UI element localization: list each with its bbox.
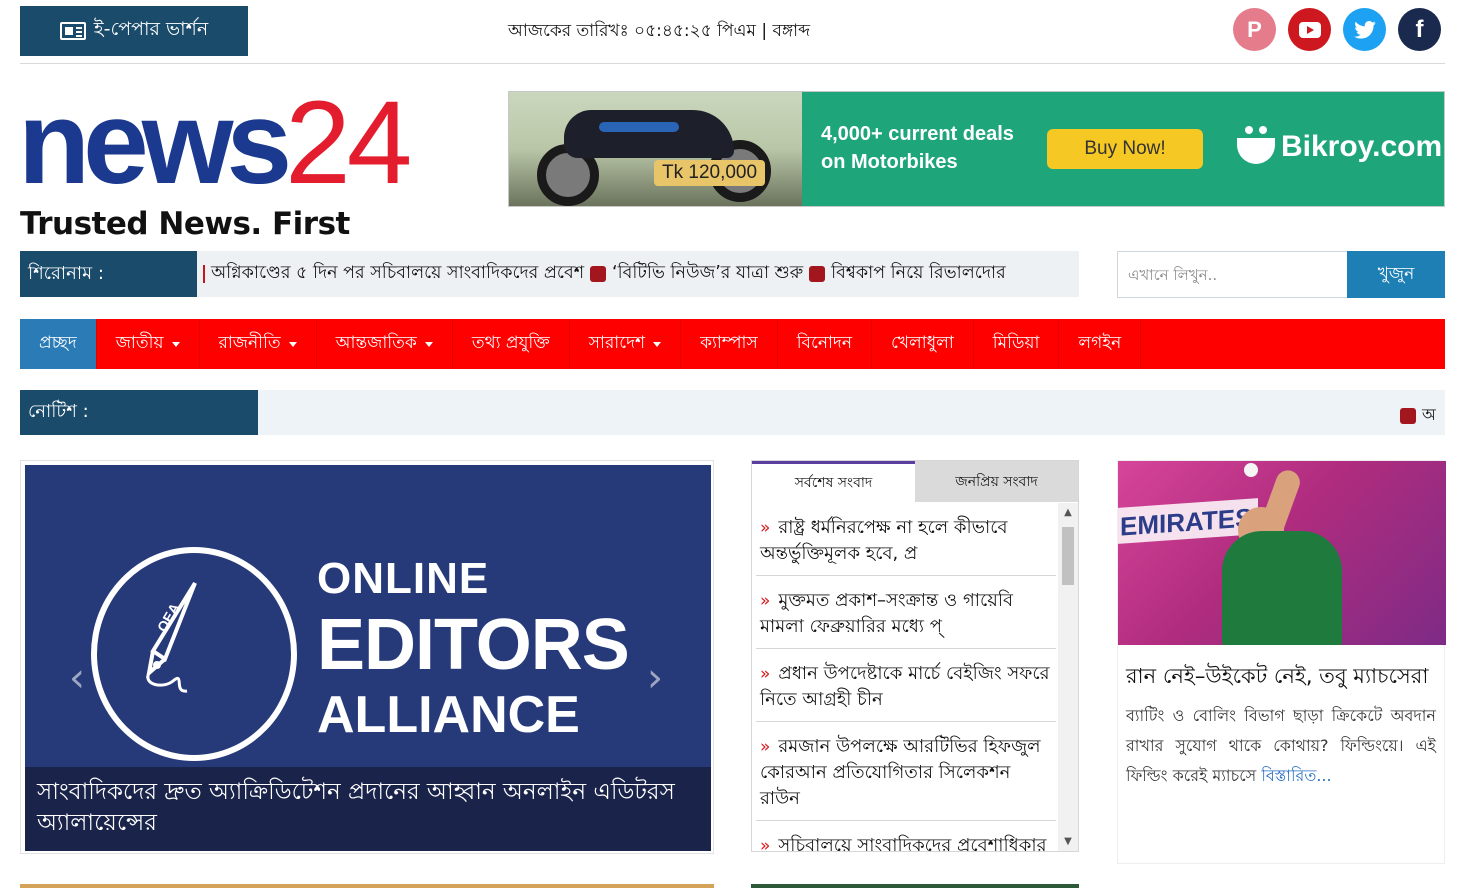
double-chevron-icon: »	[760, 591, 771, 611]
tab-popular[interactable]: জনপ্রিয় সংবাদ	[915, 461, 1078, 502]
scroll-thumb[interactable]	[1062, 527, 1074, 585]
youtube-icon[interactable]	[1288, 8, 1331, 51]
social-links: P f	[1233, 8, 1441, 51]
ad-copy: 4,000+ current deals on Motorbikes	[821, 123, 1014, 173]
pinterest-icon[interactable]: P	[1233, 8, 1276, 51]
nav-item[interactable]: প্রচ্ছদ	[20, 319, 97, 369]
headline-ticker: শিরোনাম : অগ্নিকাণ্ডের ৫ দিন পর সচিবালয়…	[20, 251, 1079, 297]
notice-label: নোটিশ :	[20, 390, 258, 435]
double-chevron-icon: »	[760, 737, 771, 757]
search-form: খুজুন	[1117, 251, 1445, 298]
featured-slider: OEA ONLINE EDITORS ALLIANCE ‹ › সাংবাদিক…	[20, 460, 714, 854]
nav-item[interactable]: লগইন	[1059, 319, 1142, 369]
bullet-icon	[1400, 407, 1416, 424]
bikroy-logo-icon	[1237, 126, 1275, 164]
nav-item[interactable]: বিনোদন	[778, 319, 872, 369]
bullet-icon	[809, 266, 826, 282]
oea-logo-text: ONLINE EDITORS ALLIANCE	[317, 554, 630, 744]
pen-nib-icon: OEA	[146, 581, 197, 693]
ad-buy-now-button[interactable]: Buy Now!	[1047, 129, 1203, 169]
list-item[interactable]: »সচিবালয়ে সাংবাদিকদের প্রবেশাধিকার নিশ্…	[756, 821, 1056, 851]
logo-wordmark: news24	[18, 77, 412, 209]
nav-item[interactable]: রাজনীতি	[200, 319, 317, 369]
caret-down-icon	[288, 341, 297, 347]
nav-item[interactable]: তথ্য প্রযুক্তি	[453, 319, 570, 369]
tab-latest[interactable]: সর্বশেষ সংবাদ	[752, 461, 915, 502]
scroll-up-icon[interactable]: ▲	[1062, 507, 1074, 518]
ticker-item[interactable]: অগ্নিকাণ্ডের ৫ দিন পর সচিবালয়ে সাংবাদিক…	[211, 260, 584, 289]
slider-prev-icon[interactable]: ‹	[69, 655, 85, 701]
notice-item[interactable]: অ	[1400, 402, 1436, 429]
epaper-label: ই-পেপার ভার্শন	[93, 18, 209, 40]
side-story-card: EMIRATES রান নেই–উইকেট নেই, তবু ম্যাচসের…	[1117, 460, 1446, 864]
list-item[interactable]: » মুক্তমত প্রকাশ–সংক্রান্ত ও গায়েবি মামল…	[756, 576, 1056, 649]
news-tabs: সর্বশেষ সংবাদ জনপ্রিয় সংবাদ » রাষ্ট্র ধর…	[751, 460, 1079, 852]
bullet-icon	[590, 266, 607, 282]
nav-item[interactable]: ক্যাম্পাস	[681, 319, 778, 369]
ticker-divider	[203, 265, 205, 283]
epaper-button[interactable]: ই-পেপার ভার্শন	[20, 6, 248, 56]
search-button[interactable]: খুজুন	[1347, 251, 1445, 298]
ticker-items: অগ্নিকাণ্ডের ৫ দিন পর সচিবালয়ে সাংবাদিক…	[197, 251, 1006, 297]
caret-down-icon	[424, 341, 433, 347]
newspaper-icon	[59, 22, 86, 40]
featured-slide[interactable]: OEA ONLINE EDITORS ALLIANCE ‹ › সাংবাদিক…	[25, 465, 711, 851]
slider-next-icon[interactable]: ›	[647, 655, 663, 701]
read-more-link[interactable]: বিস্তারিত...	[1261, 766, 1331, 785]
side-story-desc: ব্যাটিং ও বোলিং বিভাগ ছাড়া ক্রিকেটে অবদ…	[1126, 706, 1436, 785]
scroll-down-icon[interactable]: ▼	[1062, 836, 1074, 847]
double-chevron-icon: »	[760, 664, 771, 684]
caret-down-icon	[171, 341, 180, 347]
caret-down-icon	[653, 341, 662, 347]
main-nav: প্রচ্ছদ জাতীয় রাজনীতি আন্তজাতিক তথ্য প্রযুক…	[20, 319, 1445, 369]
top-bar: ই-পেপার ভার্শন আজকের তারিখঃ ০৫:৪৫:২৫ পিএ…	[20, 0, 1445, 64]
section-divider	[20, 884, 714, 888]
twitter-icon[interactable]	[1343, 8, 1386, 51]
logo-tagline: Trusted News. First	[20, 206, 350, 242]
cricket-ball	[1244, 463, 1258, 477]
list-item[interactable]: » প্রধান উপদেষ্টাকে মার্চে বেইজিং সফরে নি…	[756, 649, 1056, 722]
list-item[interactable]: » রাষ্ট্র ধর্মনিরপেক্ষ না হলে কীভাবে অন্ত…	[756, 503, 1056, 576]
ad-banner[interactable]: Tk 120,000 4,000+ current deals on Motor…	[508, 91, 1445, 207]
featured-caption[interactable]: সাংবাদিকদের দ্রুত অ্যাক্রিডিটেশন প্রদানে…	[25, 767, 711, 851]
ticker-item[interactable]: বিশ্বকাপ নিয়ে রিভালদোর	[831, 260, 1006, 289]
double-chevron-icon: »	[760, 518, 771, 538]
date-time-text: আজকের তারিখঃ ০৫:৪৫:২৫ পিএম | বঙ্গাব্দ	[508, 21, 811, 41]
list-scrollbar[interactable]: ▲ ▼	[1058, 503, 1078, 851]
nav-item[interactable]: সারাদেশ	[570, 319, 682, 369]
ad-brand: Bikroy.com	[1237, 126, 1442, 164]
headline-label: শিরোনাম :	[20, 251, 197, 297]
side-story-photo[interactable]: EMIRATES	[1118, 461, 1446, 645]
ad-motorbike-photo: Tk 120,000	[509, 92, 802, 206]
ticker-item[interactable]: ‘বিটিভি নিউজ’র যাত্রা শুরু	[612, 260, 803, 289]
section-divider	[751, 884, 1079, 888]
notice-bar: নোটিশ : অ	[20, 390, 1445, 435]
facebook-icon[interactable]: f	[1398, 8, 1441, 51]
site-logo[interactable]: news24 Trusted News. First	[18, 84, 478, 244]
nav-item[interactable]: মিডিয়া	[974, 319, 1060, 369]
nav-item[interactable]: জাতীয়	[97, 319, 200, 369]
latest-news-list: » রাষ্ট্র ধর্মনিরপেক্ষ না হলে কীভাবে অন্ত…	[756, 503, 1056, 851]
search-input[interactable]	[1117, 251, 1347, 298]
side-story-title[interactable]: রান নেই–উইকেট নেই, তবু ম্যাচসেরা	[1118, 645, 1444, 693]
nav-item[interactable]: খেলাধুলা	[872, 319, 974, 369]
list-item[interactable]: » রমজান উপলক্ষে আরটিভির হিফজুল কোরআন প্রত…	[756, 722, 1056, 821]
nav-item[interactable]: আন্তজাতিক	[317, 319, 453, 369]
ad-price: Tk 120,000	[654, 160, 766, 186]
double-chevron-icon: »	[760, 836, 771, 851]
